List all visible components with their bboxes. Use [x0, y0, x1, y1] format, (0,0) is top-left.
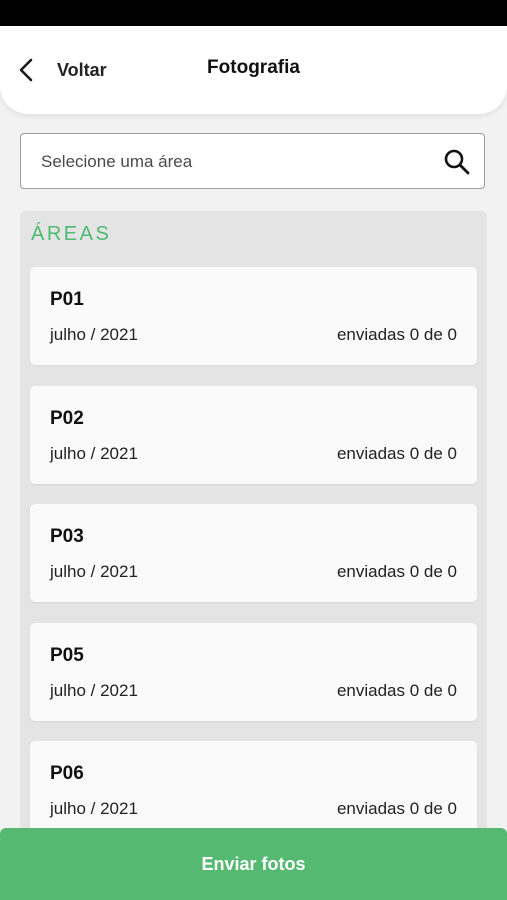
- area-search: [20, 133, 485, 189]
- send-photos-label: Enviar fotos: [201, 853, 306, 874]
- area-upload-status: enviadas 0 de 0: [336, 562, 457, 581]
- area-upload-status: enviadas 0 de 0: [336, 325, 457, 344]
- area-card-p01[interactable]: P01 julho / 2021 enviadas 0 de 0: [30, 267, 477, 365]
- section-title: ÁREAS: [31, 223, 112, 245]
- area-card-p06[interactable]: P06 julho / 2021 enviadas 0 de 0: [30, 741, 477, 839]
- area-upload-status: enviadas 0 de 0: [336, 681, 457, 700]
- area-name: P03: [50, 526, 84, 547]
- area-upload-status: enviadas 0 de 0: [336, 799, 457, 818]
- page-title: Fotografia: [207, 57, 300, 78]
- area-date: julho / 2021: [50, 562, 138, 581]
- area-card-p02[interactable]: P02 julho / 2021 enviadas 0 de 0: [30, 386, 477, 484]
- area-name: P05: [50, 645, 84, 666]
- search-icon[interactable]: [443, 148, 470, 175]
- area-date: julho / 2021: [50, 325, 138, 344]
- area-name: P06: [50, 763, 84, 784]
- area-upload-status: enviadas 0 de 0: [336, 444, 457, 463]
- area-date: julho / 2021: [50, 444, 138, 463]
- areas-panel: ÁREAS P01 julho / 2021 enviadas 0 de 0 P…: [20, 211, 487, 851]
- app-header: Voltar Fotografia: [0, 26, 507, 114]
- area-card-p03[interactable]: P03 julho / 2021 enviadas 0 de 0: [30, 504, 477, 602]
- status-bar: [0, 0, 507, 26]
- send-photos-button[interactable]: Enviar fotos: [0, 828, 507, 900]
- area-name: P02: [50, 408, 84, 429]
- search-input[interactable]: [39, 134, 433, 189]
- area-date: julho / 2021: [50, 799, 138, 818]
- area-name: P01: [50, 289, 84, 310]
- area-date: julho / 2021: [50, 681, 138, 700]
- area-card-p05[interactable]: P05 julho / 2021 enviadas 0 de 0: [30, 623, 477, 721]
